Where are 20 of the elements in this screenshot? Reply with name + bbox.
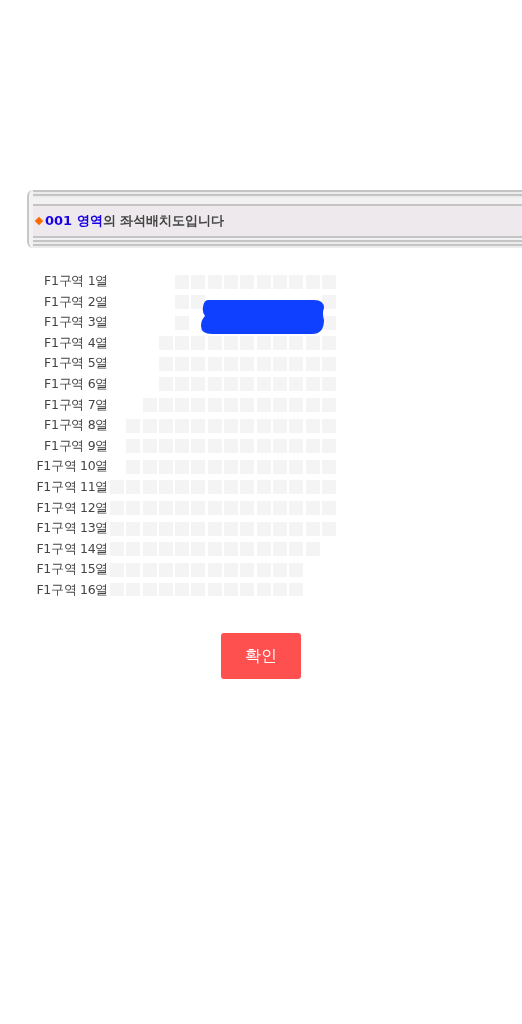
section-title: 001 영역의 좌석배치도입니다 <box>45 212 225 230</box>
seat[interactable] <box>191 295 206 310</box>
row-label: F1구역 4열 <box>43 334 108 352</box>
row-label: F1구역 9열 <box>43 437 108 455</box>
row-label: F1구역 1열 <box>43 273 108 290</box>
row-label: F1구역 2열 <box>43 293 108 311</box>
row-label: F1구역 13열 <box>35 520 108 538</box>
confirm-button[interactable]: 확인 <box>221 633 301 679</box>
row-label: F1구역 10열 <box>35 458 108 476</box>
row-label: F1구역 11열 <box>35 478 108 496</box>
row-label: F1구역 8열 <box>43 417 108 435</box>
row-label: F1구역 3열 <box>43 314 108 332</box>
row-label: F1구역 15열 <box>35 561 108 579</box>
row-label: F1구역 14열 <box>35 540 108 558</box>
seat[interactable] <box>321 295 336 310</box>
row-label: F1구역 6열 <box>43 375 108 393</box>
row-label: F1구역 7열 <box>43 396 108 414</box>
row-label: F1구역 12열 <box>35 499 108 517</box>
row-label: F1구역 5열 <box>43 355 108 373</box>
row-label: F1구역 16열 <box>35 581 108 596</box>
